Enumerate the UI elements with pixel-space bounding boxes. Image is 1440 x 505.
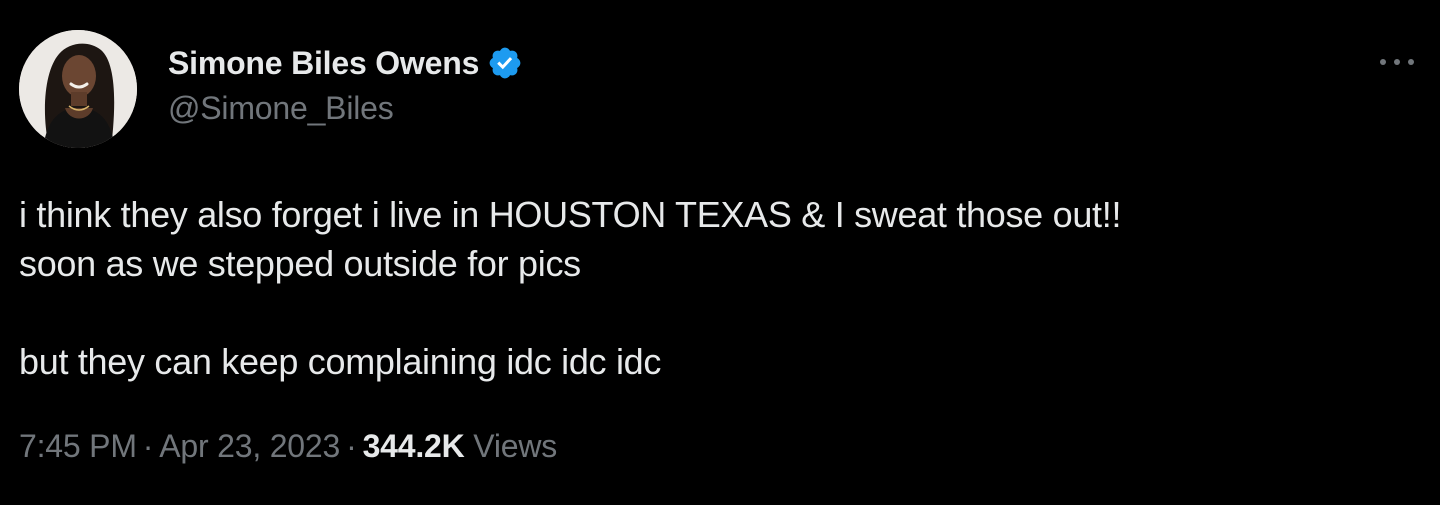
separator: · <box>142 428 154 464</box>
tweet-date[interactable]: Apr 23, 2023 <box>159 428 340 464</box>
avatar-image <box>19 30 137 148</box>
more-options-icon[interactable] <box>1380 48 1414 76</box>
tweet-card: Simone Biles Owens @Simone_Biles i think… <box>0 0 1440 505</box>
tweet-time[interactable]: 7:45 PM <box>19 428 137 464</box>
views-label: Views <box>473 428 558 464</box>
avatar[interactable] <box>19 30 137 148</box>
tweet-text: i think they also forget i live in HOUST… <box>19 190 1399 386</box>
tweet-text-line: i think they also forget i live in HOUST… <box>19 194 1122 235</box>
verified-badge-icon[interactable] <box>487 45 523 81</box>
separator: · <box>346 428 357 464</box>
name-row: Simone Biles Owens <box>168 42 523 84</box>
more-dot <box>1408 59 1414 65</box>
tweet-meta: 7:45 PM · Apr 23, 2023 · 344.2K Views <box>19 428 557 465</box>
tweet-header: Simone Biles Owens @Simone_Biles <box>168 42 523 127</box>
tweet-text-line: but they can keep complaining idc idc id… <box>19 341 662 382</box>
more-dot <box>1394 59 1400 65</box>
more-dot <box>1380 59 1386 65</box>
author-display-name[interactable]: Simone Biles Owens <box>168 45 479 82</box>
tweet-text-line: soon as we stepped outside for pics <box>19 243 581 284</box>
views-count[interactable]: 344.2K <box>363 428 465 464</box>
author-handle[interactable]: @Simone_Biles <box>168 90 523 127</box>
